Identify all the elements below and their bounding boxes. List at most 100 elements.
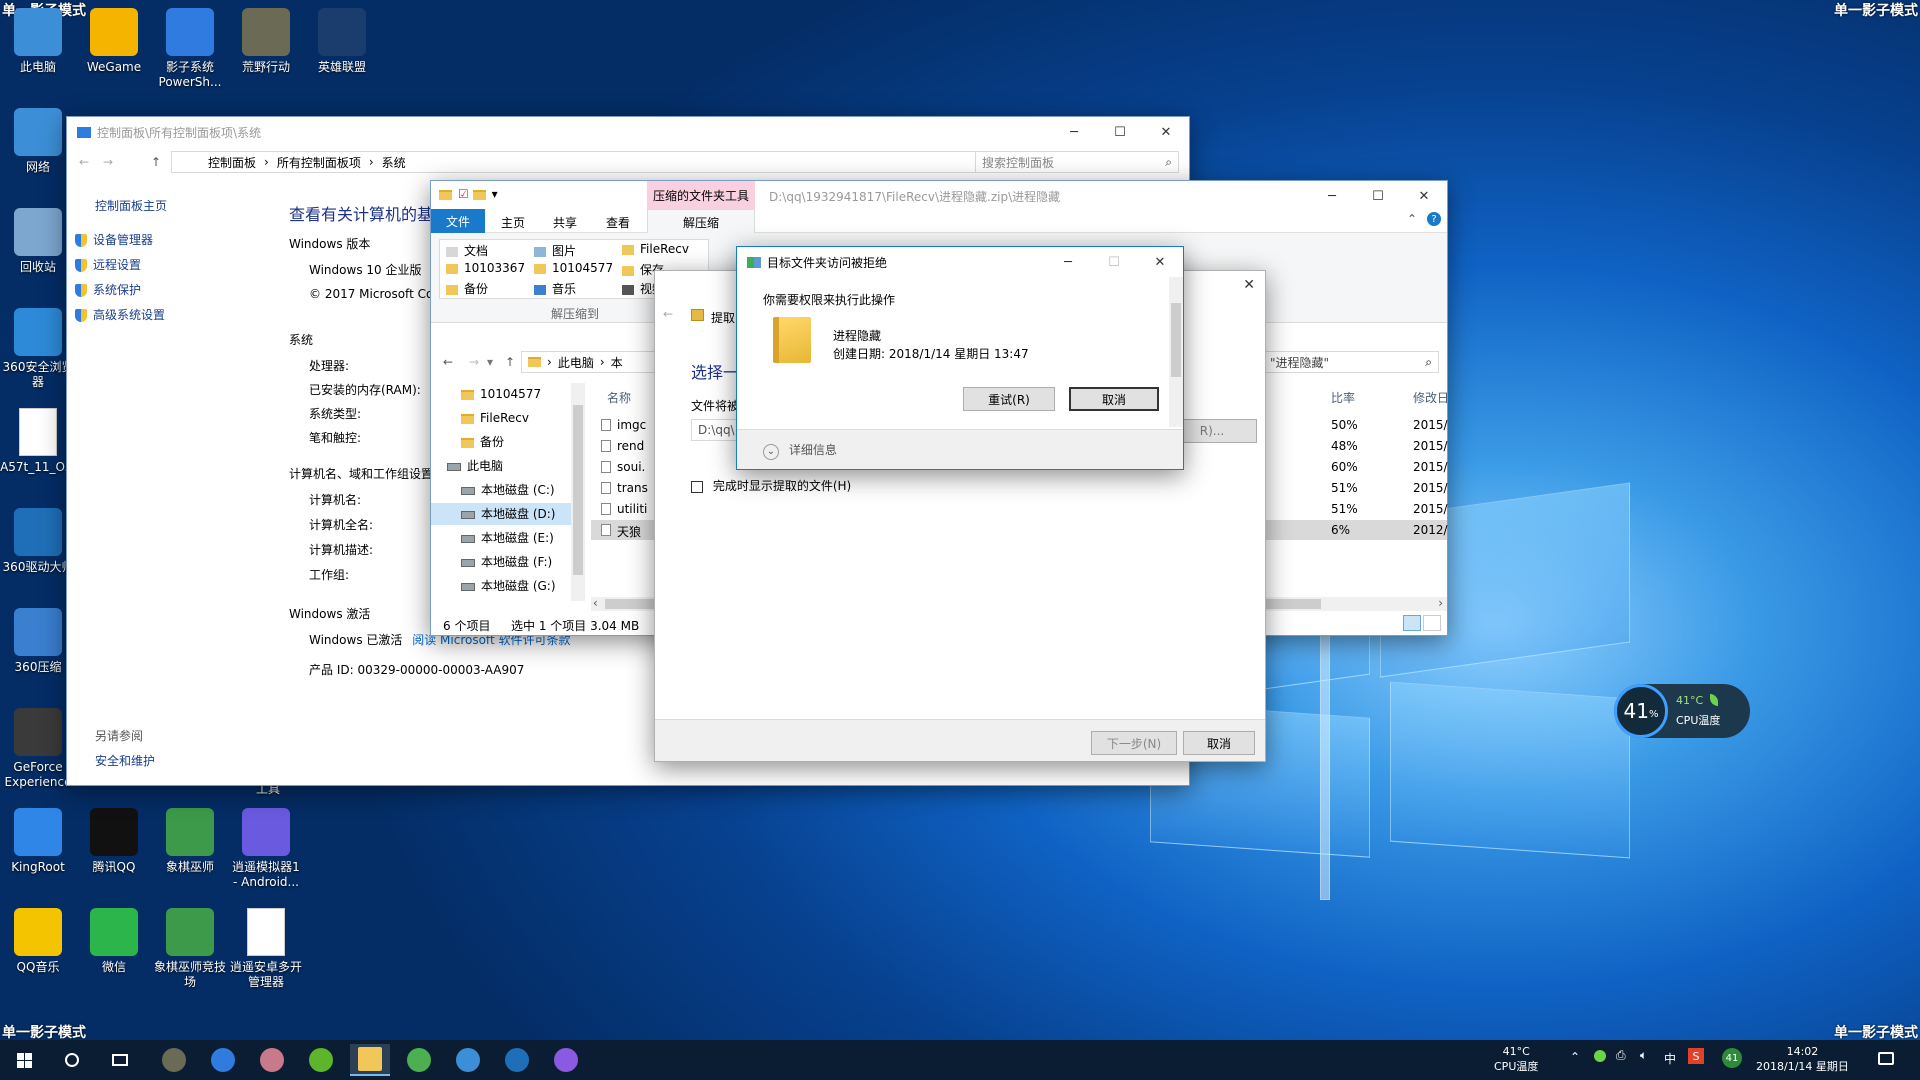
minimize-button[interactable]: ─ <box>1051 117 1097 147</box>
desktop-shortcut[interactable]: 360压缩 <box>0 608 76 675</box>
nav-tree-item[interactable]: 本地磁盘 (G:) <box>431 575 571 597</box>
nav-tree-item[interactable]: 本地磁盘 (C:) <box>431 479 571 501</box>
column-header-name[interactable]: 名称 <box>607 389 631 406</box>
taskbar-app-button[interactable] <box>546 1044 586 1076</box>
sidebar-link[interactable]: 远程设置 <box>75 256 141 273</box>
extract-target[interactable]: 文档 <box>446 242 532 259</box>
retry-button[interactable]: 重试(R) <box>963 387 1055 411</box>
minimize-button[interactable]: ─ <box>1309 181 1355 211</box>
extract-target[interactable]: 图片 <box>534 242 620 259</box>
search-button[interactable] <box>52 1044 92 1076</box>
recent-dropdown-icon[interactable]: ▾ <box>487 355 493 369</box>
checkbox-box[interactable] <box>691 480 703 493</box>
network-status-icon[interactable] <box>1594 1050 1606 1062</box>
nav-tree-item[interactable]: 本地磁盘 (E:) <box>431 527 571 549</box>
column-header-modified[interactable]: 修改日 <box>1413 389 1449 406</box>
column-header-ratio[interactable]: 比率 <box>1331 389 1355 406</box>
nav-tree-item[interactable]: 本地磁盘 (F:) <box>431 551 571 573</box>
large-icons-view-button[interactable] <box>1423 615 1441 631</box>
show-hidden-icons[interactable]: ⌃ <box>1570 1050 1580 1064</box>
desktop-shortcut[interactable]: GeForce Experience <box>0 708 76 790</box>
dialog-cancel-button[interactable]: 取消 <box>1069 387 1159 411</box>
action-center-icon[interactable] <box>1878 1052 1894 1065</box>
properties-icon[interactable]: ☑ <box>458 187 469 201</box>
desktop-shortcut[interactable]: WeGame <box>76 8 152 75</box>
close-button[interactable]: ✕ <box>1401 181 1447 211</box>
next-button[interactable]: 下一步(N) <box>1091 731 1177 755</box>
nav-tree-item[interactable]: 备份 <box>431 431 571 453</box>
maximize-button[interactable]: ☐ <box>1355 181 1401 211</box>
up-arrow-icon[interactable]: ↑ <box>505 355 515 369</box>
desktop-shortcut[interactable]: KingRoot <box>0 808 76 875</box>
scrollbar-thumb[interactable] <box>1171 303 1181 377</box>
navigation-pane[interactable]: 10104577 FileRecv 备份 此电脑 本地磁盘 (C:) 本地磁盘 (D:) 本… <box>431 381 587 601</box>
desktop-shortcut[interactable]: 此电脑 <box>0 8 76 75</box>
desktop-shortcut[interactable]: 回收站 <box>0 208 76 275</box>
extract-target[interactable]: 备份 <box>446 280 532 297</box>
volume-icon[interactable]: 🔈︎ <box>1640 1048 1647 1063</box>
desktop-shortcut[interactable]: 象棋巫师竞技 场 <box>152 908 228 990</box>
ime-indicator[interactable]: 中 <box>1664 1050 1676 1067</box>
details-view-button[interactable] <box>1403 615 1421 631</box>
wizard-cancel-button[interactable]: 取消 <box>1183 731 1255 755</box>
tab-extract[interactable]: 解压缩 <box>647 209 755 234</box>
explorer-search-input[interactable]: "进程隐藏" ⌕ <box>1263 351 1439 373</box>
taskbar-app-button[interactable] <box>154 1044 194 1076</box>
tab-share[interactable]: 共享 <box>553 214 577 231</box>
scroll-left-icon[interactable]: ‹ <box>593 596 598 610</box>
taskbar-app-button[interactable] <box>252 1044 292 1076</box>
control-panel-address-bar[interactable]: 控制面板 › 所有控制面板项 › 系统 <box>171 151 1007 173</box>
breadcrumb-item[interactable]: 系统 <box>382 154 406 171</box>
input-method-icon[interactable]: S <box>1688 1048 1704 1064</box>
breadcrumb-item[interactable]: 此电脑 <box>558 354 594 371</box>
breadcrumb-item[interactable]: 所有控制面板项 <box>277 154 361 171</box>
close-button[interactable]: ✕ <box>1137 247 1183 277</box>
collapse-ribbon-icon[interactable]: ⌃ <box>1407 212 1417 226</box>
browse-button[interactable]: R)... <box>1177 419 1257 443</box>
task-view-button[interactable] <box>100 1044 140 1076</box>
back-arrow-icon[interactable]: ← <box>79 155 89 169</box>
close-icon[interactable]: ✕ <box>1243 277 1255 293</box>
maximize-button[interactable]: ☐ <box>1097 117 1143 147</box>
explorer-address-bar[interactable]: › 此电脑 › 本 <box>521 351 661 373</box>
security-maintenance-link[interactable]: 安全和维护 <box>95 752 155 769</box>
details-toggle[interactable]: ⌄ 详细信息 <box>763 441 837 460</box>
taskbar-app-button[interactable] <box>301 1044 341 1076</box>
cpu-badge[interactable]: 41 <box>1722 1048 1742 1068</box>
show-files-checkbox[interactable]: 完成时显示提取的文件(H) <box>691 477 851 494</box>
scroll-right-icon[interactable]: › <box>1438 596 1443 610</box>
control-panel-home-link[interactable]: 控制面板主页 <box>95 197 167 214</box>
desktop-shortcut[interactable]: 荒野行动 <box>228 8 304 75</box>
sidebar-link[interactable]: 设备管理器 <box>75 231 153 248</box>
desktop-shortcut[interactable]: QQ音乐 <box>0 908 76 975</box>
tab-view[interactable]: 查看 <box>606 214 630 231</box>
desktop-shortcut[interactable]: 逍遥模拟器1 - Android... <box>228 808 304 890</box>
tray-cpu-temp[interactable]: 41°C CPU温度 <box>1494 1044 1538 1074</box>
nav-tree-item[interactable]: 本地磁盘 (D:) <box>431 503 571 525</box>
taskbar-app-button[interactable] <box>448 1044 488 1076</box>
desktop-shortcut[interactable]: 微信 <box>76 908 152 975</box>
network-icon[interactable]: ⎙ <box>1616 1048 1626 1063</box>
taskbar-app-button[interactable] <box>203 1044 243 1076</box>
breadcrumb-item[interactable]: 控制面板 <box>208 154 256 171</box>
forward-arrow-icon[interactable]: → <box>469 355 479 369</box>
desktop-shortcut[interactable]: 腾讯QQ <box>76 808 152 875</box>
desktop-shortcut[interactable]: 360安全浏览器 <box>0 308 76 390</box>
back-arrow-icon[interactable]: ← <box>443 355 453 369</box>
desktop-shortcut[interactable]: 逍遥安卓多开 管理器 <box>228 908 304 990</box>
extract-target[interactable]: 10103367 <box>446 261 532 275</box>
desktop-shortcut[interactable]: 网络 <box>0 108 76 175</box>
desktop-shortcut[interactable]: 象棋巫师 <box>152 808 228 875</box>
cpu-monitor-widget[interactable]: 41% 41°C CPU温度 <box>1614 684 1750 738</box>
forward-arrow-icon[interactable]: → <box>103 155 113 169</box>
nav-pane-scrollbar[interactable] <box>571 383 585 601</box>
control-panel-search-input[interactable]: 搜索控制面板 ⌕ <box>975 151 1179 173</box>
new-folder-icon[interactable] <box>472 189 486 200</box>
desktop-shortcut[interactable]: 英雄联盟 <box>304 8 380 75</box>
desktop-shortcut[interactable]: 360驱动大师 <box>0 508 76 575</box>
nav-tree-item[interactable]: FileRecv <box>431 407 571 429</box>
sidebar-link[interactable]: 系统保护 <box>75 281 141 298</box>
dialog-scrollbar[interactable] <box>1169 277 1183 427</box>
tab-home[interactable]: 主页 <box>501 214 525 231</box>
desktop-shortcut[interactable]: A57t_11_O... <box>0 408 76 475</box>
